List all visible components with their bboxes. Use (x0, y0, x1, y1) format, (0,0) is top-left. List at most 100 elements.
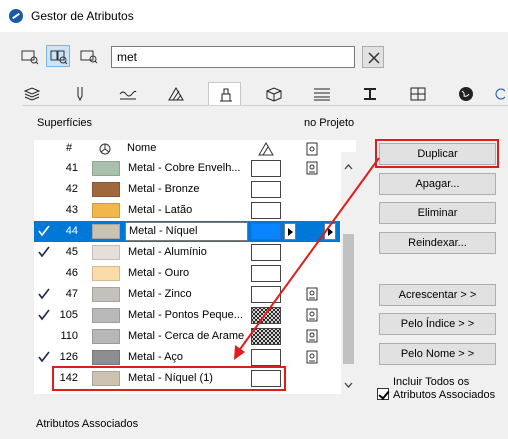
split-view-button[interactable] (46, 45, 70, 67)
surface-name: Metal - Zinco (128, 288, 192, 300)
surface-name: Metal - Bronze (128, 183, 200, 195)
globe-icon (459, 87, 473, 101)
tab-layers[interactable] (15, 82, 48, 105)
color-swatch (92, 203, 120, 218)
by-name-button[interactable]: Pelo Nome > > (379, 343, 496, 365)
list-item[interactable]: 41 Metal - Cobre Envelh... (34, 158, 340, 179)
color-swatch (92, 224, 120, 239)
crosshatch-icon (252, 329, 280, 344)
building-materials-icon (266, 87, 282, 102)
detail-view-button[interactable] (76, 45, 100, 67)
profiles-icon (364, 88, 376, 100)
tab-globe[interactable] (449, 82, 482, 105)
list-item[interactable]: 42 Metal - Bronze (34, 179, 340, 200)
row-number: 44 (65, 225, 78, 237)
fill-pattern-preview (251, 265, 281, 282)
associated-attributes-label: Atributos Associados (36, 418, 139, 430)
list-view-button[interactable] (17, 45, 41, 67)
fills-icon (168, 87, 184, 101)
add-button[interactable]: Acrescentar > > (379, 284, 496, 306)
scroll-up-icon[interactable] (341, 160, 356, 174)
surface-name: Metal - Pontos Peque... (128, 309, 243, 321)
column-header-number: # (66, 142, 73, 154)
column-header-name: Nome (127, 142, 157, 154)
color-swatch (92, 329, 120, 344)
include-associated-label: Incluir Todos os Atributos Associados (393, 376, 496, 401)
row-number: 46 (65, 267, 78, 279)
fill-column-icon (258, 142, 274, 156)
fill-pattern-preview (251, 286, 281, 303)
row-number: 41 (65, 162, 78, 174)
more-icon (495, 88, 505, 100)
list-item[interactable]: 45 Metal - Alumínio (34, 242, 340, 263)
split-view-icon (50, 50, 68, 65)
surfaces-icon (220, 88, 232, 102)
delete-button[interactable]: Apagar... (379, 173, 496, 195)
list-item[interactable]: 44 Metal - Níquel (34, 221, 340, 242)
reindex-button[interactable]: Reindexar... (379, 232, 496, 254)
in-project-label: no Projeto (304, 117, 355, 129)
tab-building-materials[interactable] (257, 82, 290, 105)
surface-name: Metal - Latão (128, 204, 193, 216)
row-number: 43 (65, 204, 78, 216)
list-item[interactable]: 126 Metal - Aço (34, 347, 340, 368)
tab-line-types[interactable] (111, 82, 144, 105)
color-swatch (92, 182, 120, 197)
fill-pattern-preview (251, 181, 281, 198)
surface-name: Metal - Cobre Envelh... (128, 162, 241, 174)
color-swatch (92, 287, 120, 302)
tab-surfaces[interactable] (208, 82, 241, 106)
scroll-thumb[interactable] (343, 234, 354, 364)
in-project-icon (306, 161, 318, 175)
tab-composites[interactable] (305, 82, 338, 105)
tab-zones[interactable] (401, 82, 434, 105)
fill-pattern-preview (251, 160, 281, 177)
new-row-highlight (52, 366, 286, 391)
fill-pattern-preview (251, 244, 281, 261)
in-project-icon (306, 329, 318, 343)
color-swatch (92, 245, 120, 260)
search-input[interactable] (111, 46, 355, 68)
list-item[interactable]: 43 Metal - Latão (34, 200, 340, 221)
row-number: 47 (65, 288, 78, 300)
tab-more[interactable] (493, 82, 508, 105)
by-index-button[interactable]: Pelo Índice > > (379, 313, 496, 335)
list-view-icon (21, 50, 39, 65)
clear-search-button[interactable] (362, 46, 384, 68)
fill-pattern-preview (251, 328, 281, 345)
window-title: Gestor de Atributos (31, 9, 134, 23)
list-item[interactable]: 105 Metal - Pontos Peque... (34, 305, 340, 326)
composites-icon (314, 88, 330, 101)
scroll-down-icon[interactable] (341, 378, 356, 392)
color-swatch (92, 308, 120, 323)
check-icon (38, 309, 50, 321)
tab-pens[interactable] (63, 82, 96, 105)
remove-button[interactable]: Eliminar (379, 202, 496, 224)
fill-pattern-preview (251, 349, 281, 366)
row-number: 42 (65, 183, 78, 195)
fill-pattern-preview (251, 223, 281, 240)
surface-name: Metal - Ouro (128, 267, 190, 279)
appearance-column-icon (99, 143, 111, 155)
tab-profiles[interactable] (353, 82, 386, 105)
row-number: 126 (59, 351, 78, 363)
fill-picker-arrow[interactable] (284, 223, 296, 240)
rename-field[interactable]: Metal - Níquel (125, 222, 248, 241)
crosshatch-icon (252, 308, 280, 323)
pen-icon (77, 87, 83, 102)
in-project-icon (306, 350, 318, 364)
list-item[interactable]: 47 Metal - Zinco (34, 284, 340, 305)
list-scrollbar[interactable] (341, 152, 356, 394)
close-icon (368, 52, 380, 64)
list-item[interactable]: 110 Metal - Cerca de Arame (34, 326, 340, 347)
include-associated-checkbox[interactable] (377, 388, 389, 400)
surface-name: Metal - Alumínio (128, 246, 207, 258)
layers-icon (23, 87, 41, 101)
in-project-icon (306, 308, 318, 322)
section-title: Superfícies (37, 117, 93, 129)
row-number: 105 (59, 309, 78, 321)
check-icon (38, 225, 50, 237)
tab-fills[interactable] (159, 82, 192, 105)
project-picker-arrow[interactable] (324, 223, 336, 240)
list-item[interactable]: 46 Metal - Ouro (34, 263, 340, 284)
